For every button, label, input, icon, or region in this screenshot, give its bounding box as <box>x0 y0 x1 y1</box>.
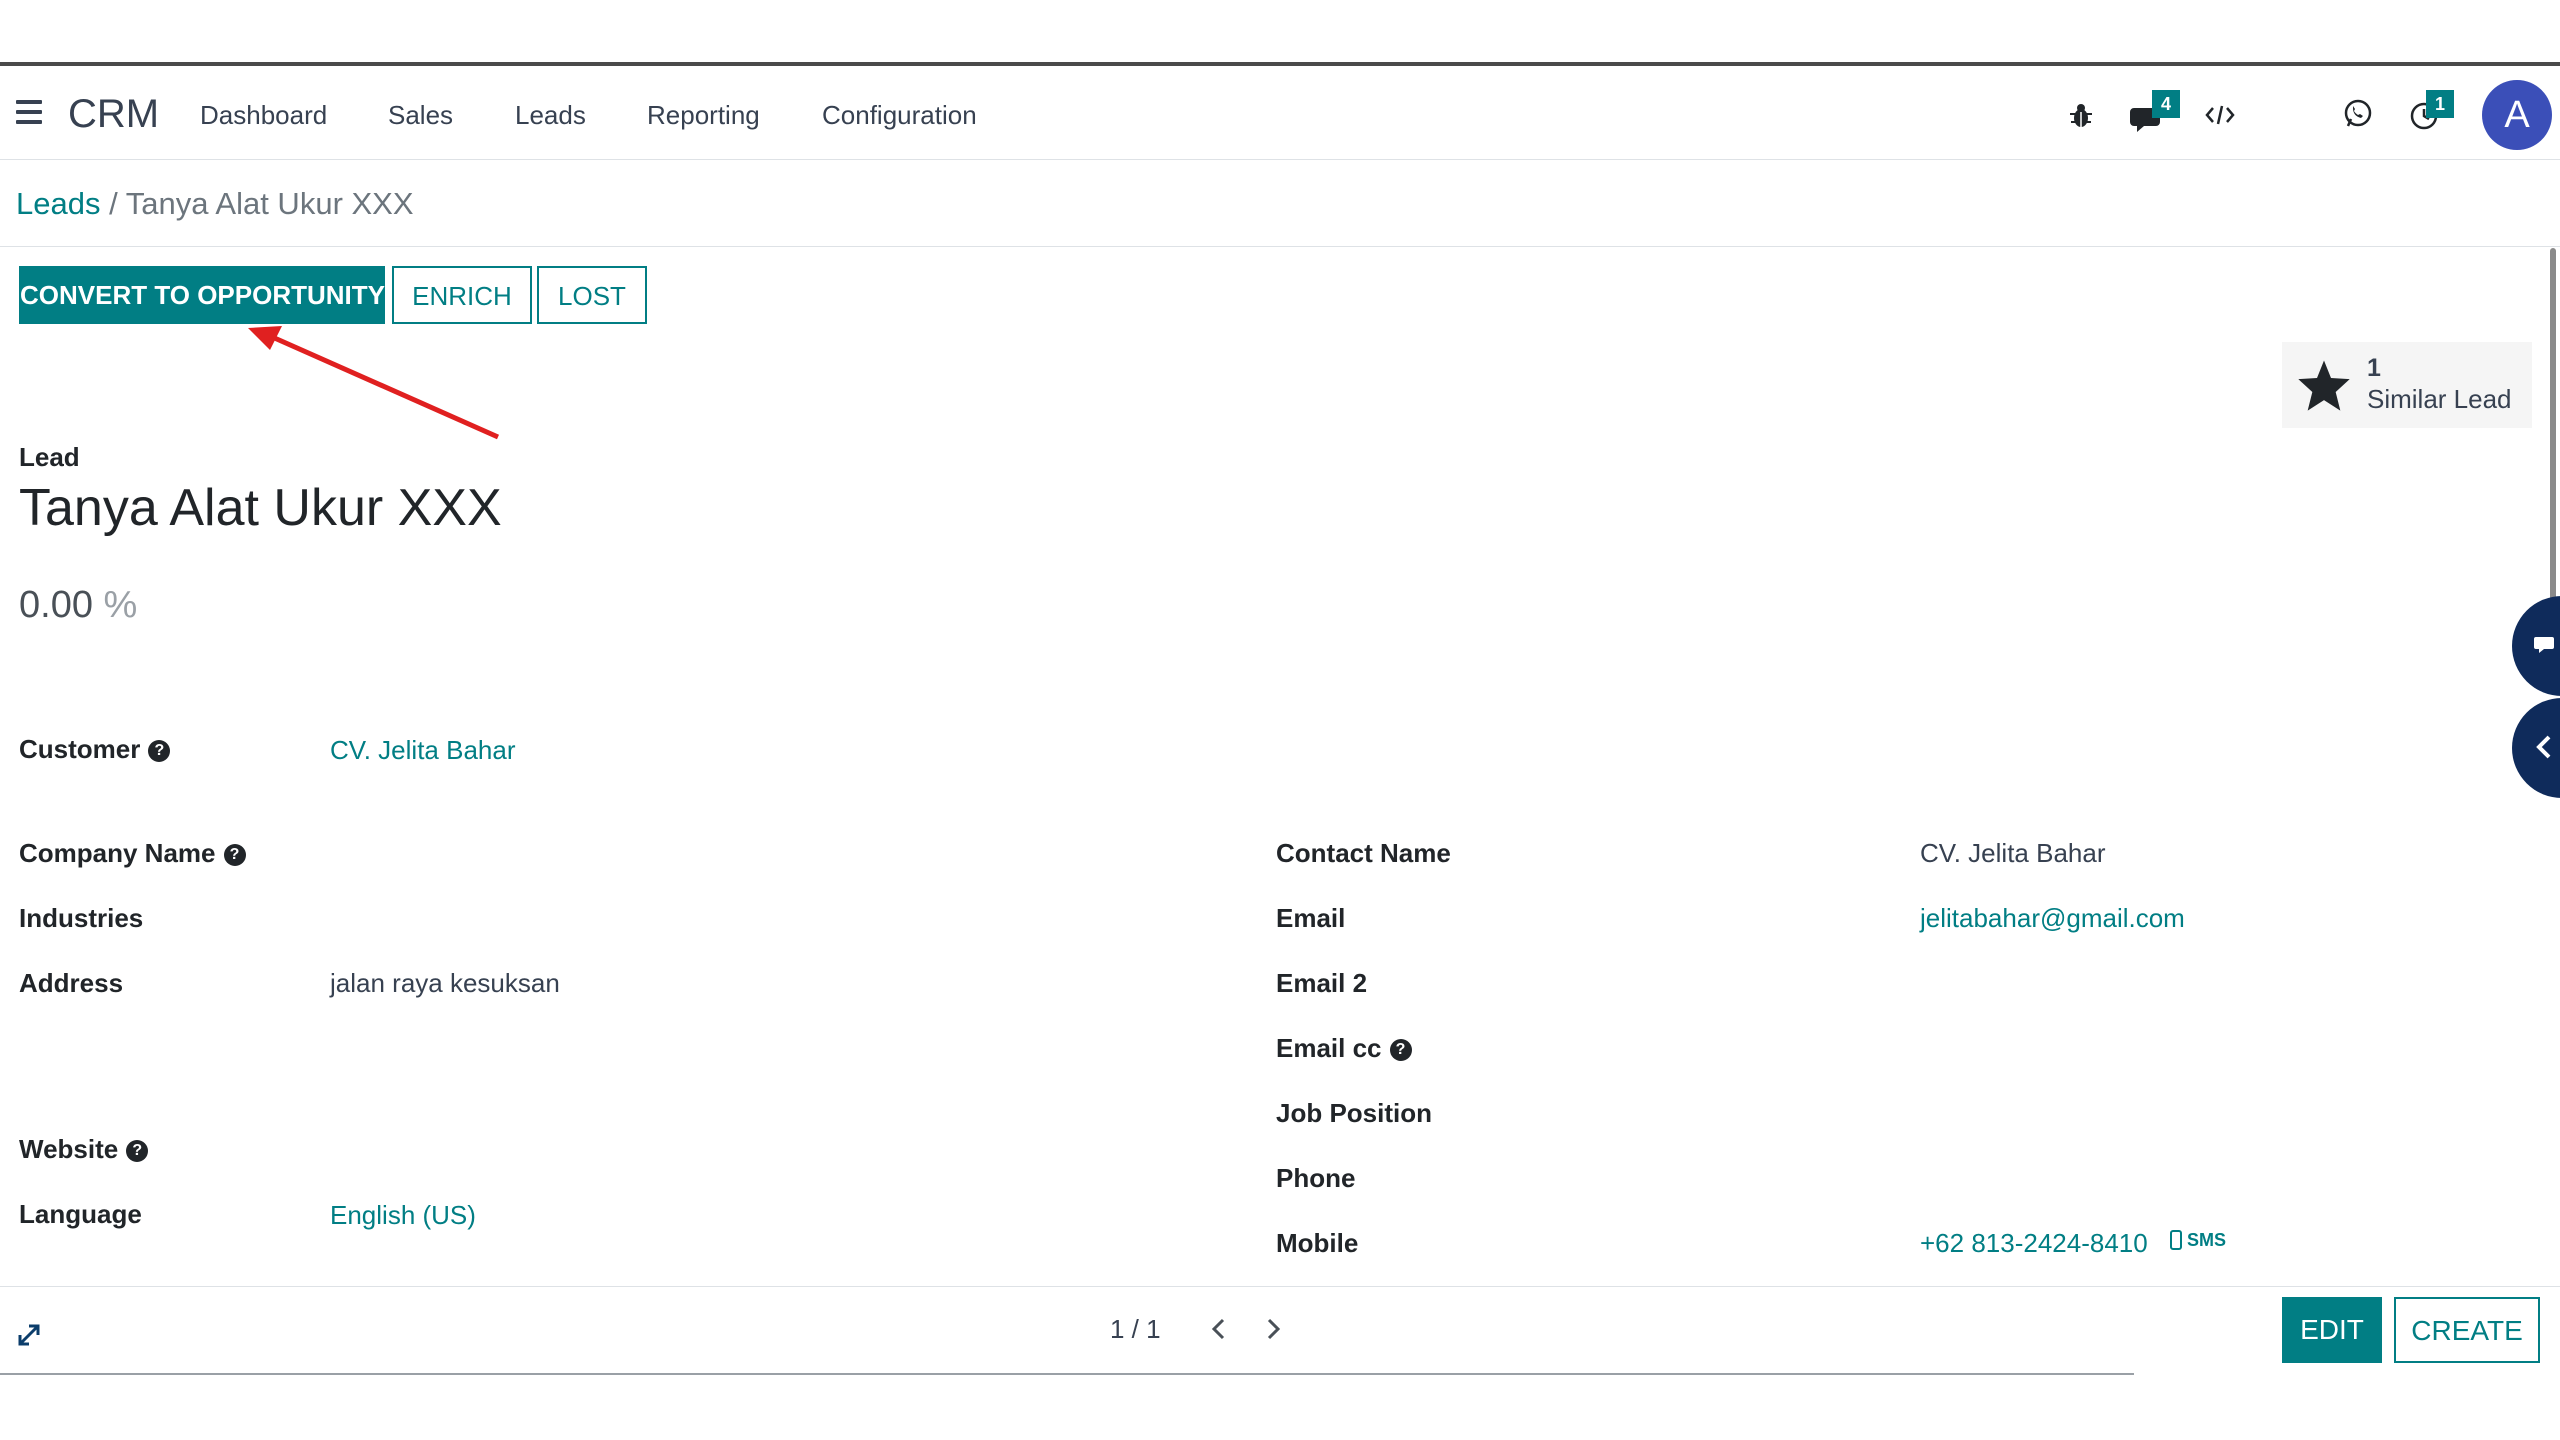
collapse-side-tab[interactable] <box>2512 698 2560 798</box>
enrich-button[interactable]: ENRICH <box>392 266 532 324</box>
job-position-label: Job Position <box>1276 1098 1432 1128</box>
mobile-phone-icon <box>2170 1230 2182 1250</box>
annotation-arrow <box>248 326 500 440</box>
control-panel-divider <box>0 246 2560 247</box>
chat-icon <box>2534 637 2554 653</box>
nav-dashboard[interactable]: Dashboard <box>200 100 327 131</box>
email-value[interactable]: jelitabahar@gmail.com <box>1920 903 2185 934</box>
industries-label: Industries <box>19 903 144 933</box>
top-strip <box>0 0 2560 66</box>
probability-unit: % <box>103 584 138 626</box>
address-label: Address <box>19 968 124 998</box>
pager-previous-icon[interactable] <box>1204 1312 1234 1346</box>
top-navbar: CRM Dashboard Sales Leads Reporting Conf… <box>0 70 2560 160</box>
probability: 0.00 % <box>19 584 137 627</box>
language-value[interactable]: English (US) <box>330 1200 476 1231</box>
pager-value: 1 / 1 <box>1110 1314 1161 1344</box>
messages-icon[interactable]: 4 <box>2130 90 2180 136</box>
chevron-left-icon <box>2536 735 2551 759</box>
breadcrumb: Leads / Tanya Alat Ukur XXX <box>16 186 414 222</box>
similar-lead-count: 1 <box>2367 354 2381 382</box>
footer-divider <box>0 1286 2560 1287</box>
contact-name-value: CV. Jelita Bahar <box>1920 838 2106 868</box>
pager-next-icon[interactable] <box>1258 1312 1288 1346</box>
address-value: jalan raya kesuksan <box>330 968 560 998</box>
edit-button[interactable]: EDIT <box>2282 1297 2382 1363</box>
menu-toggle-icon[interactable] <box>16 100 44 130</box>
mobile-value[interactable]: +62 813-2424-8410 <box>1920 1228 2148 1259</box>
bug-icon[interactable] <box>2068 100 2094 130</box>
website-label: Website? <box>19 1134 149 1165</box>
lead-title: Tanya Alat Ukur XXX <box>19 479 502 537</box>
breadcrumb-current: Tanya Alat Ukur XXX <box>125 186 414 221</box>
user-avatar[interactable]: A <box>2482 80 2552 150</box>
create-button[interactable]: CREATE <box>2394 1297 2540 1363</box>
customer-label: Customer? <box>19 734 171 765</box>
nav-leads[interactable]: Leads <box>515 100 586 131</box>
similar-lead-label: Similar Lead <box>2367 384 2512 414</box>
mobile-label: Mobile <box>1276 1228 1359 1258</box>
lead-type-label: Lead <box>19 442 80 472</box>
send-sms-button[interactable]: SMS <box>2170 1230 2226 1251</box>
whatsapp-icon[interactable] <box>2342 98 2374 130</box>
star-icon <box>2298 360 2350 411</box>
convert-to-opportunity-button[interactable]: CONVERT TO OPPORTUNITY <box>19 266 385 324</box>
app-name[interactable]: CRM <box>68 92 159 137</box>
breadcrumb-leads-link[interactable]: Leads <box>16 186 100 221</box>
company-name-label: Company Name? <box>19 838 246 869</box>
messages-badge: 4 <box>2152 90 2180 118</box>
nav-configuration[interactable]: Configuration <box>822 100 977 131</box>
website-help-icon[interactable]: ? <box>126 1140 149 1162</box>
customer-help-icon[interactable]: ? <box>148 740 171 762</box>
similar-lead-button[interactable]: 1 Similar Lead <box>2282 342 2532 428</box>
nav-reporting[interactable]: Reporting <box>647 100 760 131</box>
phone-label: Phone <box>1276 1163 1356 1193</box>
company-name-help-icon[interactable]: ? <box>223 844 246 866</box>
language-label: Language <box>19 1199 142 1229</box>
activities-icon[interactable]: 1 <box>2408 90 2458 134</box>
breadcrumb-separator: / <box>109 186 118 221</box>
customer-value[interactable]: CV. Jelita Bahar <box>330 735 515 766</box>
email-cc-label: Email cc? <box>1276 1033 1412 1064</box>
email2-label: Email 2 <box>1276 968 1368 998</box>
activities-badge: 1 <box>2426 90 2454 118</box>
email-cc-help-icon[interactable]: ? <box>1389 1039 1412 1061</box>
contact-name-label: Contact Name <box>1276 838 1451 868</box>
code-icon[interactable] <box>2204 102 2236 128</box>
lost-button[interactable]: LOST <box>537 266 647 324</box>
bottom-divider <box>0 1373 2134 1375</box>
chat-side-tab[interactable] <box>2512 596 2560 696</box>
sms-label: SMS <box>2187 1230 2227 1250</box>
email-label: Email <box>1276 903 1346 933</box>
expand-icon[interactable] <box>14 1320 44 1350</box>
nav-sales[interactable]: Sales <box>388 100 453 131</box>
probability-value: 0.00 <box>19 584 93 626</box>
